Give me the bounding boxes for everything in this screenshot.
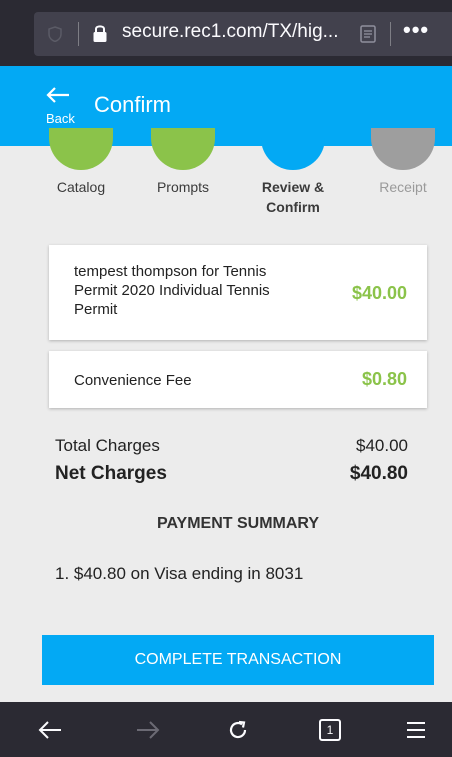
fee-card: Convenience Fee $0.80 bbox=[49, 351, 427, 408]
back-arrow-icon[interactable] bbox=[45, 86, 71, 104]
line-item-text: Permit 2020 Individual Tennis bbox=[74, 282, 270, 299]
forward-icon[interactable] bbox=[128, 702, 168, 757]
more-icon[interactable]: ••• bbox=[403, 17, 429, 43]
separator bbox=[78, 22, 79, 46]
separator bbox=[390, 22, 391, 46]
step-indicator-catalog[interactable] bbox=[49, 128, 113, 170]
fee-description: Convenience Fee bbox=[74, 372, 192, 389]
step-label-review-line2: Confirm bbox=[266, 199, 320, 215]
reload-icon[interactable] bbox=[218, 702, 258, 757]
total-charges-label: Total Charges bbox=[55, 436, 160, 455]
back-button-label[interactable]: Back bbox=[46, 111, 75, 126]
line-item-text: tempest thompson for Tennis bbox=[74, 263, 267, 280]
menu-icon[interactable] bbox=[396, 702, 436, 757]
page-title: Confirm bbox=[94, 92, 172, 117]
lock-icon[interactable] bbox=[92, 24, 108, 43]
fee-price: $0.80 bbox=[361, 369, 407, 389]
tabs-icon[interactable]: 1 bbox=[310, 702, 350, 757]
payment-line: 1. $40.80 on Visa ending in 8031 bbox=[55, 564, 304, 583]
reader-view-icon[interactable] bbox=[360, 25, 376, 43]
step-indicator-review bbox=[261, 128, 325, 170]
shield-icon[interactable] bbox=[48, 26, 62, 42]
net-charges-value: $40.80 bbox=[349, 463, 408, 484]
step-label-receipt: Receipt bbox=[379, 179, 427, 195]
step-label-catalog[interactable]: Catalog bbox=[26, 177, 136, 197]
back-icon[interactable] bbox=[30, 702, 70, 757]
net-charges-label: Net Charges bbox=[55, 463, 167, 484]
step-label-review-line1: Review & bbox=[261, 179, 325, 195]
url-text[interactable]: secure.rec1.com/TX/hig... bbox=[122, 21, 338, 43]
line-item-card: tempest thompson for Tennis Permit 2020 … bbox=[49, 245, 427, 340]
total-charges-value: $40.00 bbox=[356, 436, 408, 455]
step-indicator-prompts[interactable] bbox=[151, 128, 215, 170]
step-label-prompts[interactable]: Prompts bbox=[128, 177, 238, 197]
line-item-description: tempest thompson for Tennis Permit 2020 … bbox=[74, 262, 270, 319]
tab-count[interactable]: 1 bbox=[319, 718, 341, 741]
line-item-price: $40.00 bbox=[351, 283, 407, 303]
complete-transaction-button[interactable]: COMPLETE TRANSACTION bbox=[42, 635, 434, 685]
payment-summary-title: PAYMENT SUMMARY bbox=[156, 515, 320, 532]
step-label-review: Review & Confirm bbox=[238, 177, 348, 217]
step-indicator-receipt bbox=[371, 128, 435, 170]
line-item-text: Permit bbox=[74, 301, 118, 318]
